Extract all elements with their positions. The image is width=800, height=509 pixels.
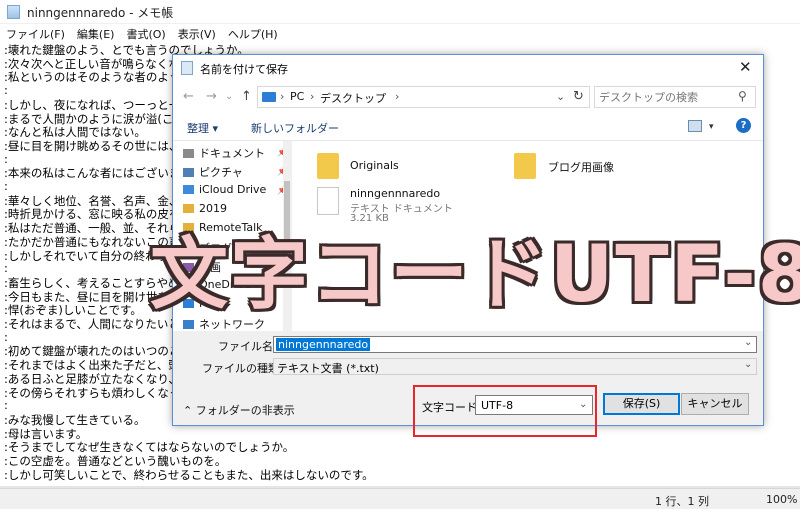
folder-icon[interactable]	[514, 153, 536, 179]
cursor-position: 1 行、1 列	[655, 495, 709, 508]
chevron-down-icon[interactable]: ⌄	[744, 359, 752, 370]
folder-icon	[183, 149, 194, 158]
help-icon[interactable]: ?	[736, 118, 751, 133]
new-folder-button[interactable]: 新しいフォルダー	[251, 120, 339, 136]
notepad-app-icon	[7, 5, 20, 19]
folder-icon	[183, 168, 194, 177]
notepad-menubar: ファイル(F) 編集(E) 書式(O) 表示(V) ヘルプ(H)	[0, 24, 800, 42]
up-arrow-icon[interactable]: ↑	[241, 89, 252, 104]
menu-help[interactable]: ヘルプ(H)	[222, 24, 284, 42]
address-bar-row: ← → ⌄ ↑ › PC › デスクトップ › ⌄ ↻ ⚲	[173, 81, 763, 113]
menu-edit[interactable]: 編集(E)	[71, 24, 121, 42]
chevron-right-icon[interactable]: ›	[395, 90, 399, 103]
chevron-down-icon[interactable]: ⌄	[744, 337, 752, 348]
folder-icon[interactable]	[317, 153, 339, 179]
view-options-icon[interactable]	[688, 120, 702, 132]
file-item-ninngennnaredo[interactable]: ninngennnaredo	[350, 187, 440, 200]
nav-item[interactable]: 2019	[183, 202, 227, 220]
recent-chevron-down-icon[interactable]: ⌄	[225, 91, 233, 102]
filetype-select[interactable]: テキスト文書 (*.txt) ⌄	[273, 358, 757, 375]
save-button[interactable]: 保存(S)	[603, 393, 680, 415]
text-line: :しかし可笑しいことで、終わらせることもまた、出来はしないのです。	[4, 467, 374, 482]
menu-file[interactable]: ファイル(F)	[0, 24, 71, 42]
back-arrow-icon[interactable]: ←	[183, 89, 194, 104]
search-box[interactable]: ⚲	[594, 86, 756, 108]
nav-item-label: ドキュメント	[199, 147, 265, 160]
nav-item-label: 2019	[199, 202, 227, 215]
dialog-titlebar: 名前を付けて保存 ✕	[173, 55, 763, 81]
encoding-highlight-box	[413, 385, 597, 437]
file-item-originals[interactable]: Originals	[350, 159, 399, 172]
nav-item[interactable]: ドキュメント	[183, 145, 265, 163]
zoom-level: 100%	[766, 493, 798, 506]
organize-button[interactable]: 整理 ▾	[187, 120, 218, 136]
file-item-blog-images[interactable]: ブログ用画像	[548, 159, 614, 175]
file-size: 3.21 KB	[350, 213, 389, 224]
dialog-title: 名前を付けて保存	[200, 63, 288, 76]
folder-icon	[183, 185, 194, 194]
notepad-icon	[181, 61, 193, 75]
folder-icon	[183, 204, 194, 213]
nav-item-label: iCloud Drive	[199, 183, 267, 196]
hide-folders-label: フォルダーの非表示	[195, 404, 295, 417]
breadcrumb-desktop[interactable]: デスクトップ	[320, 90, 386, 106]
chevron-up-icon[interactable]: ⌃	[183, 404, 192, 417]
pc-icon	[262, 92, 276, 102]
overlay-caption: 文字コードUTF-8	[150, 230, 800, 320]
chevron-right-icon[interactable]: ›	[310, 90, 314, 103]
search-icon[interactable]: ⚲	[738, 89, 747, 103]
nav-item[interactable]: ピクチャ	[183, 164, 243, 182]
menu-view[interactable]: 表示(V)	[172, 24, 222, 42]
command-bar: 整理 ▾ 新しいフォルダー ▾ ?	[173, 113, 763, 141]
address-bar[interactable]: › PC › デスクトップ › ⌄ ↻	[257, 86, 590, 108]
nav-item-label: ピクチャ	[199, 166, 243, 179]
search-input[interactable]	[599, 89, 729, 105]
nav-item[interactable]: iCloud Drive	[183, 183, 266, 201]
text-document-icon[interactable]	[317, 187, 339, 215]
chevron-down-icon[interactable]: ▾	[709, 122, 714, 132]
chevron-right-icon[interactable]: ›	[280, 90, 284, 103]
breadcrumb-pc[interactable]: PC	[290, 90, 304, 103]
hide-folders-toggle[interactable]: ⌃ フォルダーの非表示	[183, 402, 295, 418]
notepad-titlebar: ninngennnaredo - メモ帳	[0, 0, 800, 24]
notepad-title: ninngennnaredo - メモ帳	[27, 6, 174, 20]
status-bar: 1 行、1 列 100%	[0, 488, 800, 509]
filename-fields: ファイル名(N): ninngennnaredo ⌄ ファイルの種類(T): テ…	[173, 331, 763, 381]
filetype-value: テキスト文書 (*.txt)	[277, 362, 379, 375]
cancel-button[interactable]: キャンセル	[681, 393, 749, 415]
filename-value[interactable]: ninngennnaredo	[276, 338, 371, 351]
filename-input[interactable]: ninngennnaredo ⌄	[273, 336, 757, 353]
refresh-icon[interactable]: ↻	[573, 89, 584, 104]
forward-arrow-icon[interactable]: →	[206, 89, 217, 104]
menu-format[interactable]: 書式(O)	[120, 24, 171, 42]
close-icon[interactable]: ✕	[739, 58, 752, 76]
chevron-down-icon[interactable]: ⌄	[556, 90, 565, 103]
